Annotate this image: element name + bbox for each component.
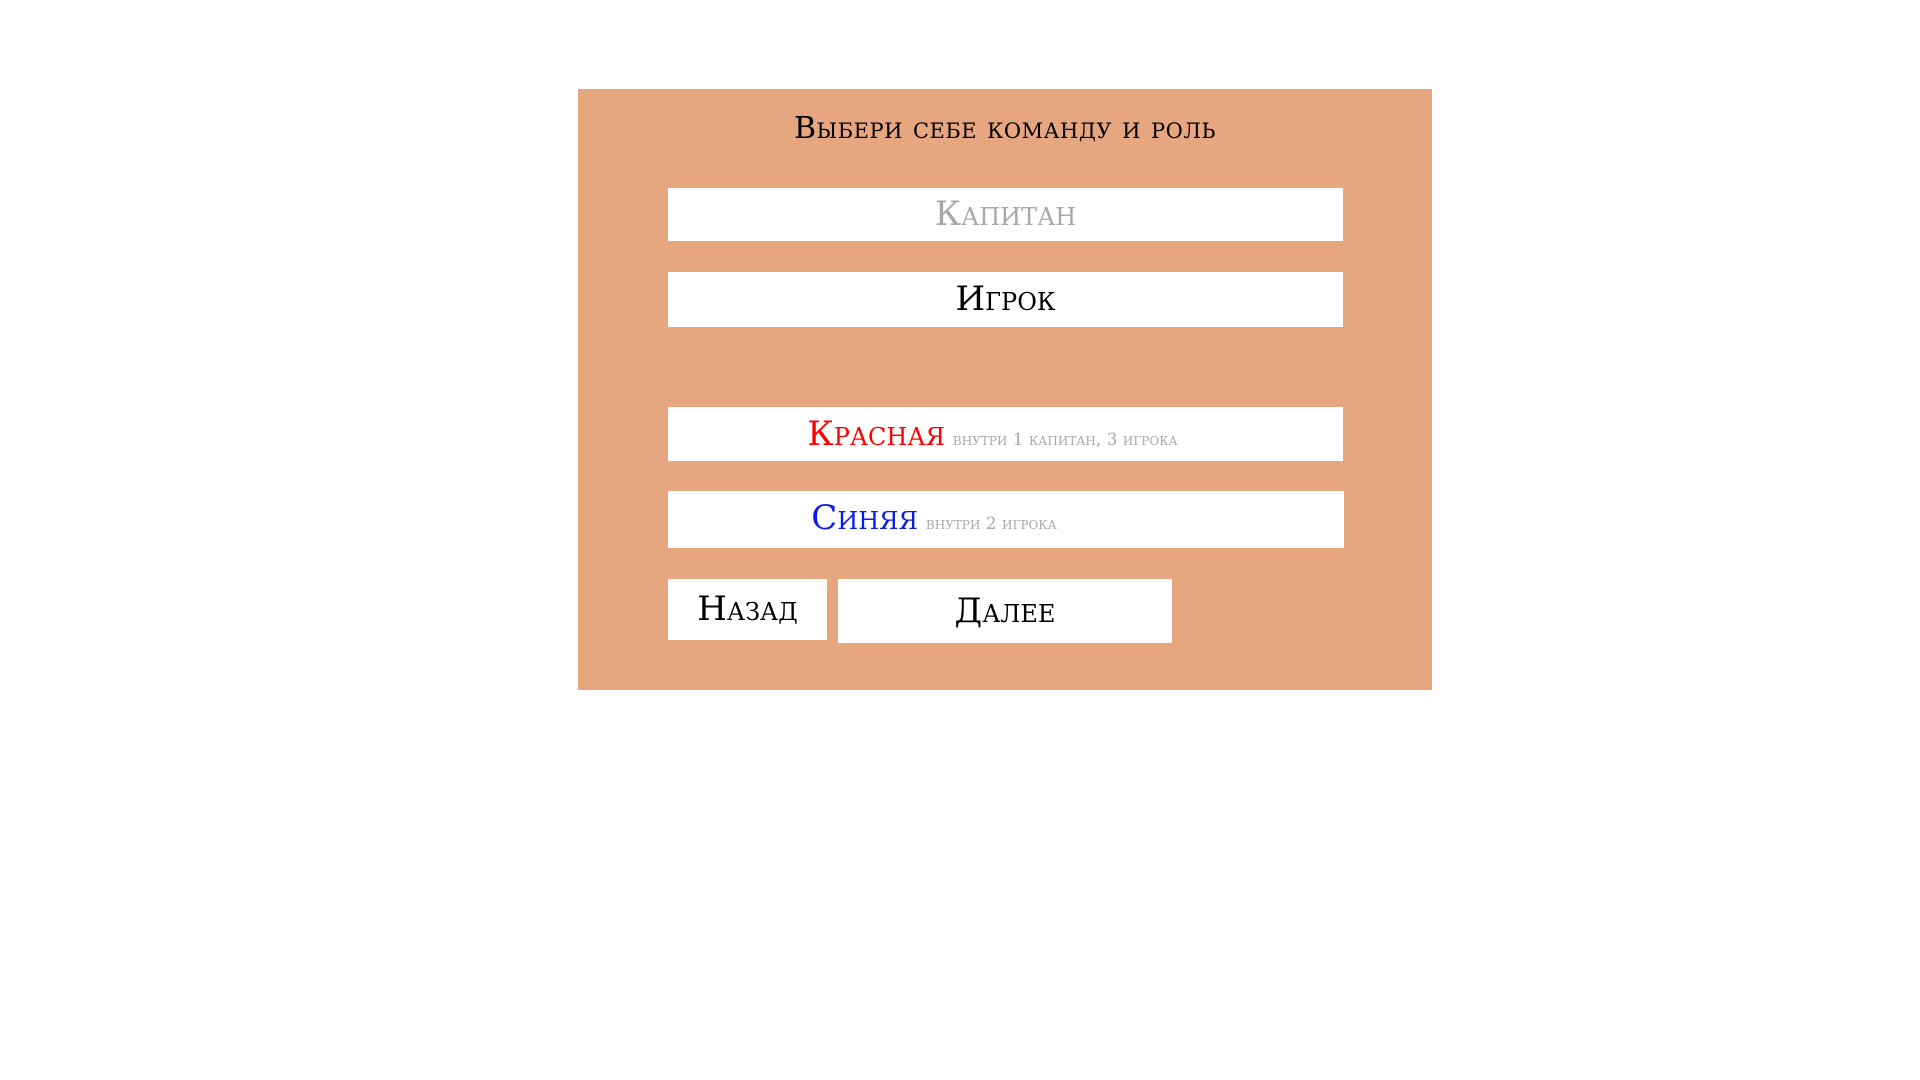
team-blue-content: Синяя внутри 2 игрока — [811, 498, 1056, 538]
role-captain-option[interactable]: Капитан — [668, 188, 1343, 241]
team-red-option[interactable]: Красная внутри 1 капитан, 3 игрока — [668, 407, 1343, 461]
team-blue-hint: внутри 2 игрока — [925, 514, 1057, 534]
team-blue-name: Синяя — [811, 498, 918, 538]
team-red-hint: внутри 1 капитан, 3 игрока — [952, 430, 1178, 450]
role-player-option[interactable]: Игрок — [668, 272, 1343, 327]
team-red-name: Красная — [807, 414, 945, 454]
team-red-content: Красная внутри 1 капитан, 3 игрока — [807, 414, 1177, 454]
back-button[interactable]: Назад — [668, 579, 827, 640]
team-blue-option[interactable]: Синяя внутри 2 игрока — [668, 491, 1344, 548]
team-role-dialog: Выбери себе команду и роль Капитан Игрок… — [578, 89, 1432, 690]
next-button[interactable]: Далее — [838, 579, 1172, 643]
dialog-title: Выбери себе команду и роль — [794, 111, 1216, 146]
